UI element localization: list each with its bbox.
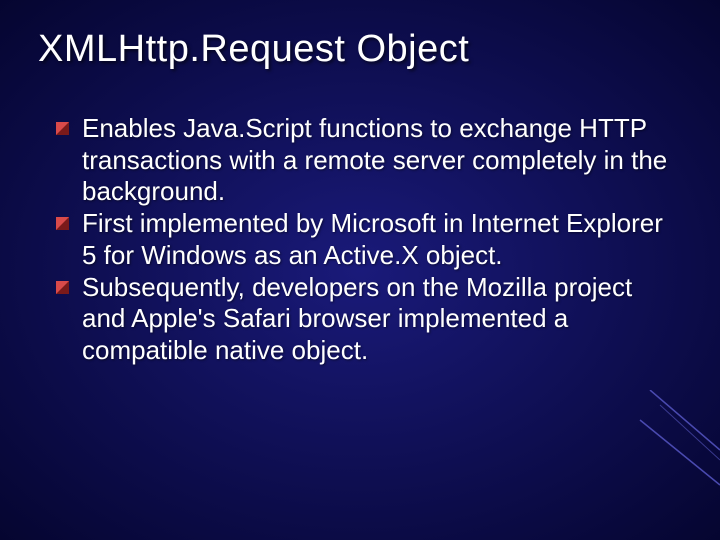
bullet-text: Enables Java.Script functions to exchang…: [82, 113, 667, 206]
bullet-square-icon: [56, 217, 69, 230]
slide-title: XMLHttp.Request Object: [38, 28, 682, 71]
slide: XMLHttp.Request Object Enables Java.Scri…: [0, 0, 720, 540]
decorative-lines: [630, 390, 720, 510]
bullet-list: Enables Java.Script functions to exchang…: [38, 113, 682, 367]
bullet-square-icon: [56, 281, 69, 294]
bullet-text: Subsequently, developers on the Mozilla …: [82, 272, 632, 365]
list-item: Subsequently, developers on the Mozilla …: [56, 272, 682, 367]
bullet-square-icon: [56, 122, 69, 135]
bullet-text: First implemented by Microsoft in Intern…: [82, 208, 663, 270]
list-item: First implemented by Microsoft in Intern…: [56, 208, 682, 271]
list-item: Enables Java.Script functions to exchang…: [56, 113, 682, 208]
